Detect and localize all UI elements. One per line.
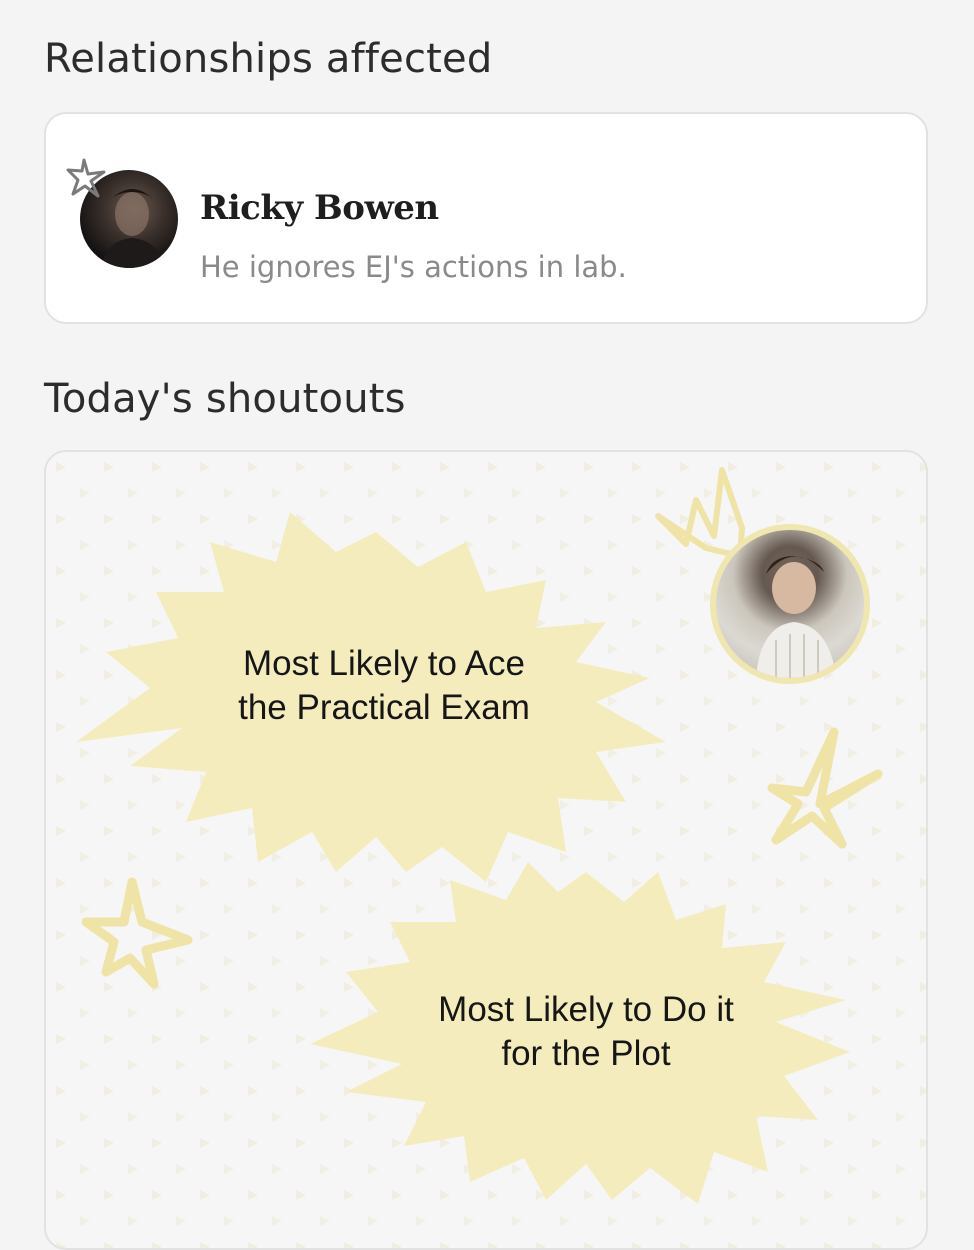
shoutout-avatar[interactable]	[710, 524, 870, 684]
relationship-avatar[interactable]	[66, 156, 184, 268]
shoutouts-card: Most Likely to Ace the Practical Exam Mo…	[44, 450, 928, 1250]
relationship-card[interactable]: Ricky Bowen He ignores EJ's actions in l…	[44, 112, 928, 324]
relationships-section-title: Relationships affected	[44, 36, 493, 82]
relationship-name: Ricky Bowen	[200, 188, 439, 228]
star-doodle-icon	[66, 158, 106, 198]
shoutout-text-1: Most Likely to Ace the Practical Exam	[238, 644, 530, 727]
shoutout-text-2: Most Likely to Do it for the Plot	[438, 990, 734, 1073]
relationship-description: He ignores EJ's actions in lab.	[200, 250, 627, 284]
shoutouts-section-title: Today's shoutouts	[44, 376, 406, 422]
